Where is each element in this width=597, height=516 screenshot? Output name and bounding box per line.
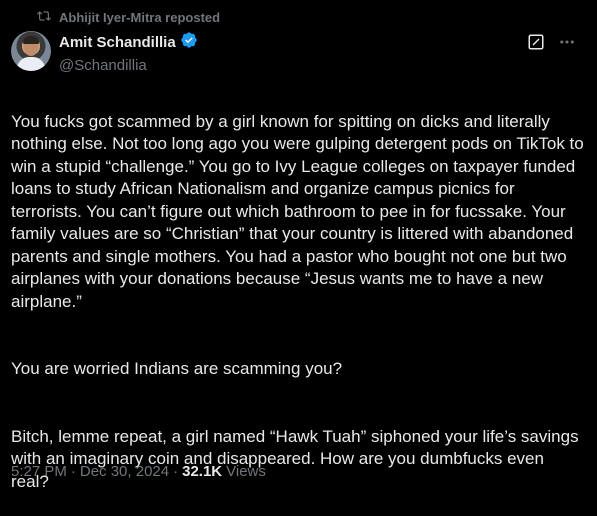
- avatar[interactable]: [11, 31, 51, 71]
- separator-dot: ·: [70, 463, 76, 480]
- tweet-date[interactable]: Dec 30, 2024: [80, 463, 169, 480]
- tweet-meta: 5:27 PM · Dec 30, 2024 · 32.1K Views: [11, 463, 266, 480]
- tweet-paragraph: Bitch, lemme repeat, a girl named “Hawk …: [11, 426, 579, 491]
- tweet-text: You fucks got scammed by a girl known fo…: [11, 88, 586, 516]
- tweet-paragraph: You are worried Indians are scamming you…: [11, 359, 343, 378]
- tweet-top-actions: [527, 33, 577, 56]
- repost-indicator[interactable]: Abhijit Iyer-Mitra reposted: [37, 9, 220, 26]
- author-block: Amit Schandillia @Schandillia: [59, 31, 198, 74]
- tweet-time[interactable]: 5:27 PM: [11, 463, 67, 480]
- grok-icon[interactable]: [527, 33, 545, 56]
- repost-icon: [37, 9, 51, 26]
- views-count[interactable]: 32.1K: [182, 463, 222, 480]
- author-handle[interactable]: @Schandillia: [59, 57, 198, 74]
- author-display-name[interactable]: Amit Schandillia: [59, 34, 176, 51]
- more-options-icon[interactable]: [557, 33, 577, 56]
- verified-badge-icon: [180, 31, 198, 54]
- tweet-paragraph: You fucks got scammed by a girl known fo…: [11, 111, 584, 311]
- separator-dot: ·: [173, 463, 179, 480]
- views-label: Views: [226, 463, 266, 480]
- repost-text: Abhijit Iyer-Mitra reposted: [59, 10, 221, 25]
